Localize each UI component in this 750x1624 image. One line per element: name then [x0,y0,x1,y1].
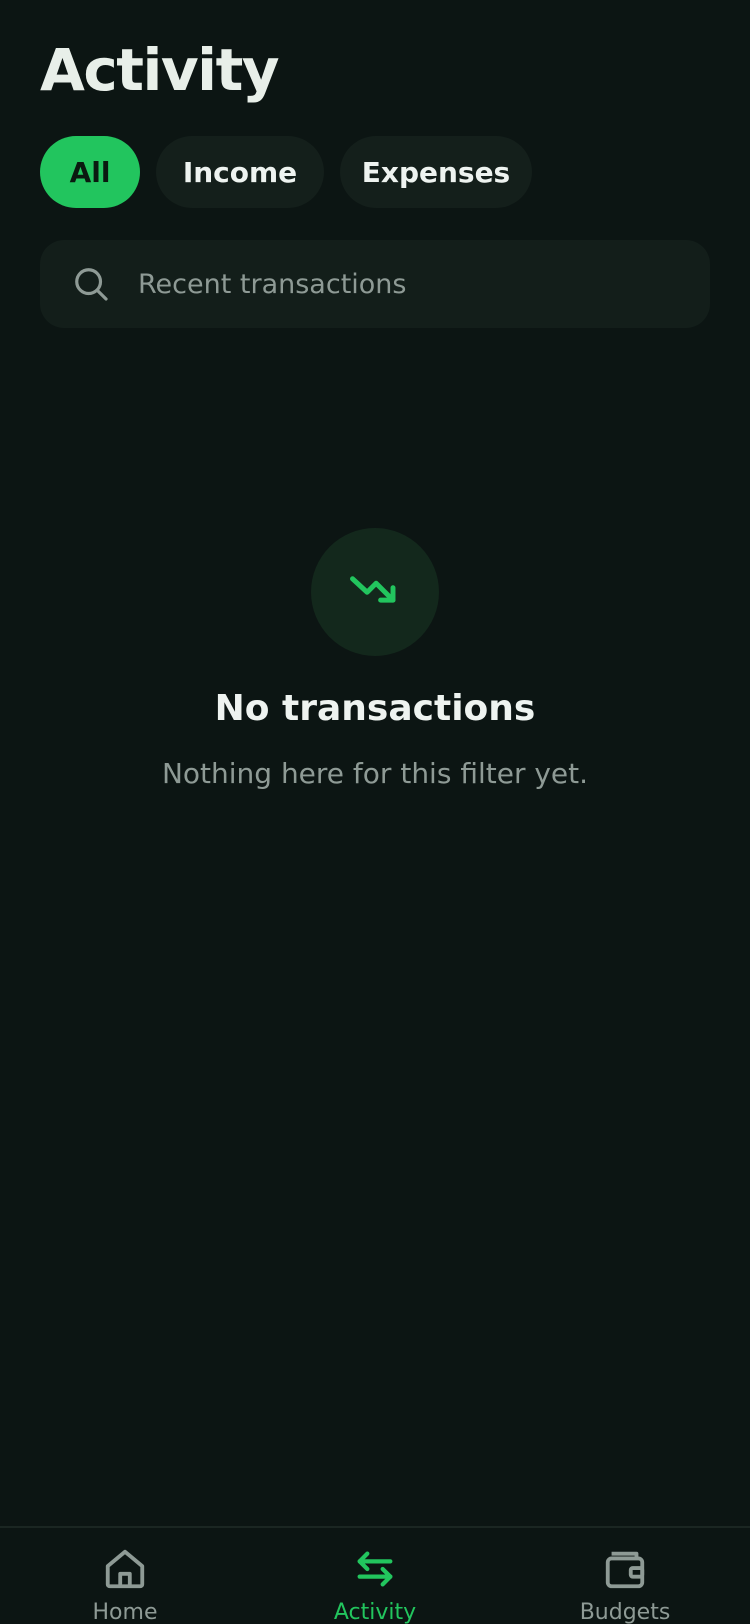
filter-chip-expenses[interactable]: Expenses [340,136,532,208]
empty-state: No transactions Nothing here for this fi… [0,528,750,794]
page-title: Activity [40,36,280,104]
wallet-icon [601,1546,649,1592]
filter-chip-income[interactable]: Income [156,136,324,208]
search-bar[interactable] [40,240,710,328]
bottom-nav: Home Activity Budgets [0,1526,750,1624]
filter-chip-all[interactable]: All [40,136,140,208]
empty-state-title: No transactions [214,688,536,729]
nav-item-activity[interactable]: Activity [250,1528,500,1624]
nav-label-budgets: Budgets [579,1600,671,1624]
trending-down-icon [348,563,402,621]
nav-item-budgets[interactable]: Budgets [500,1528,750,1624]
nav-label-activity: Activity [333,1600,417,1624]
nav-label-home: Home [92,1600,158,1624]
empty-state-subtitle: Nothing here for this filter yet. [161,757,589,790]
swap-arrows-icon [351,1546,399,1592]
empty-state-icon-circle [311,528,439,656]
search-input[interactable] [136,253,710,315]
filter-chips: All Income Expenses [40,136,532,208]
home-icon [101,1546,149,1592]
search-icon [72,265,110,303]
nav-item-home[interactable]: Home [0,1528,250,1624]
